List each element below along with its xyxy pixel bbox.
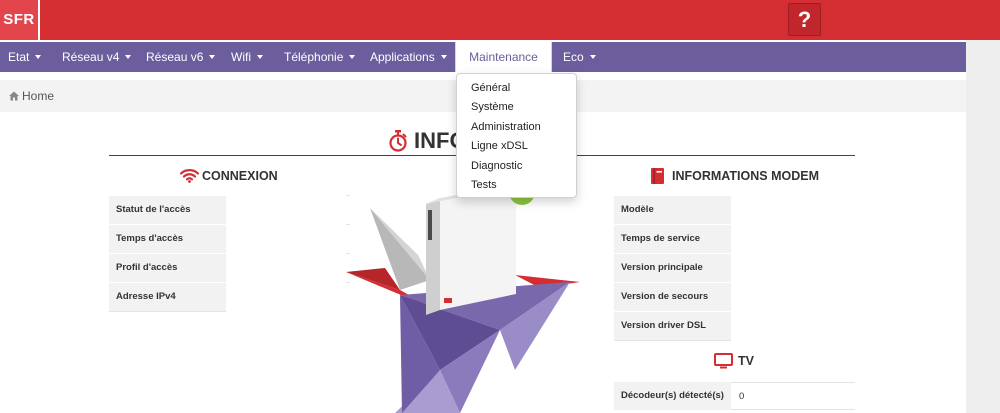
caret-down-icon — [209, 54, 216, 59]
row-label: Décodeur(s) détecté(s) — [614, 382, 731, 410]
table-row: Décodeur(s) détecté(s) 0 — [614, 381, 855, 410]
caret-down-icon — [257, 54, 263, 59]
nav-item-label: Réseau v6 — [146, 50, 204, 64]
modem-info-heading: INFORMATIONS MODEM — [672, 169, 819, 183]
menu-item-general[interactable]: Général — [471, 81, 510, 96]
table-row: Modèle — [614, 195, 731, 224]
nav-item-label: Applications — [370, 50, 435, 64]
row-label: Profil d'accès — [109, 254, 226, 282]
table-row: Profil d'accès — [109, 253, 226, 282]
row-value — [731, 283, 739, 311]
nav-item-label: Etat — [8, 50, 30, 64]
nav-item-label: Réseau v4 — [62, 50, 120, 64]
home-icon — [9, 91, 19, 101]
connexion-heading: CONNEXION — [202, 169, 278, 183]
stopwatch-icon — [389, 130, 407, 152]
table-row: Statut de l'accès — [109, 195, 226, 224]
maintenance-dropdown-menu: Général Système Administration Ligne xDS… — [456, 73, 577, 198]
main-navbar: Etat Réseau v4 Réseau v6 Wifi Téléphonie… — [0, 42, 966, 72]
table-row: Adresse IPv4 — [109, 282, 226, 311]
nav-item-reseau-v6[interactable]: Réseau v6 — [146, 42, 216, 72]
row-label: Statut de l'accès — [109, 196, 226, 224]
row-value — [731, 196, 739, 224]
top-banner: SFR ? — [0, 0, 1000, 40]
row-label: Version driver DSL — [614, 312, 731, 340]
row-value — [731, 254, 739, 282]
table-row: Version de secours — [614, 282, 731, 311]
nav-item-label: Téléphonie — [284, 50, 344, 64]
nav-item-wifi[interactable]: Wifi — [231, 42, 263, 72]
nav-item-maintenance[interactable]: Maintenance — [455, 42, 552, 72]
row-label: Version principale — [614, 254, 731, 282]
row-label: Version de secours — [614, 283, 731, 311]
menu-item-systeme[interactable]: Système — [471, 100, 514, 115]
row-value — [226, 225, 234, 253]
table-row: Temps de service — [614, 224, 731, 253]
table-row: Version driver DSL — [614, 311, 731, 340]
book-icon — [651, 168, 664, 184]
nav-item-label: Eco — [563, 50, 584, 64]
sfr-logo[interactable]: SFR — [0, 0, 40, 40]
wifi-icon — [180, 169, 199, 183]
row-label: Adresse IPv4 — [109, 283, 226, 311]
menu-item-tests[interactable]: Tests — [471, 178, 497, 193]
nav-item-reseau-v4[interactable]: Réseau v4 — [62, 42, 132, 72]
menu-item-administration[interactable]: Administration — [471, 120, 541, 135]
help-button[interactable]: ? — [788, 3, 821, 36]
row-value — [226, 254, 234, 282]
row-value — [731, 312, 739, 340]
caret-down-icon — [125, 54, 132, 59]
nav-item-label: Wifi — [231, 50, 251, 64]
nav-item-label: Maintenance — [469, 50, 538, 64]
nav-item-telephonie[interactable]: Téléphonie — [284, 42, 356, 72]
row-label: Modèle — [614, 196, 731, 224]
nav-item-applications[interactable]: Applications — [370, 42, 447, 72]
row-value — [226, 196, 234, 224]
table-divider — [614, 340, 731, 341]
table-divider — [109, 311, 226, 312]
router-admin-page: SFR ? Etat Réseau v4 Réseau v6 Wifi Télé… — [0, 0, 1000, 413]
modem-illustration — [346, 179, 580, 413]
monitor-icon — [714, 353, 733, 369]
breadcrumb-home-link[interactable]: Home — [22, 80, 54, 112]
row-label: Temps de service — [614, 225, 731, 253]
caret-down-icon — [35, 54, 42, 59]
table-row: Version principale — [614, 253, 731, 282]
table-row: Temps d'accès — [109, 224, 226, 253]
row-value — [226, 283, 234, 311]
tv-heading: TV — [738, 354, 754, 368]
nav-item-eco[interactable]: Eco — [563, 42, 596, 72]
menu-item-diagnostic[interactable]: Diagnostic — [471, 159, 522, 174]
caret-down-icon — [589, 54, 596, 59]
row-label: Temps d'accès — [109, 225, 226, 253]
row-value — [731, 225, 739, 253]
caret-down-icon — [440, 54, 447, 59]
page-side-background — [966, 40, 1000, 413]
caret-down-icon — [349, 54, 356, 59]
menu-item-ligne-xdsl[interactable]: Ligne xDSL — [471, 139, 528, 154]
decoder-count-value: 0 — [731, 382, 855, 410]
nav-item-etat[interactable]: Etat — [8, 42, 42, 72]
